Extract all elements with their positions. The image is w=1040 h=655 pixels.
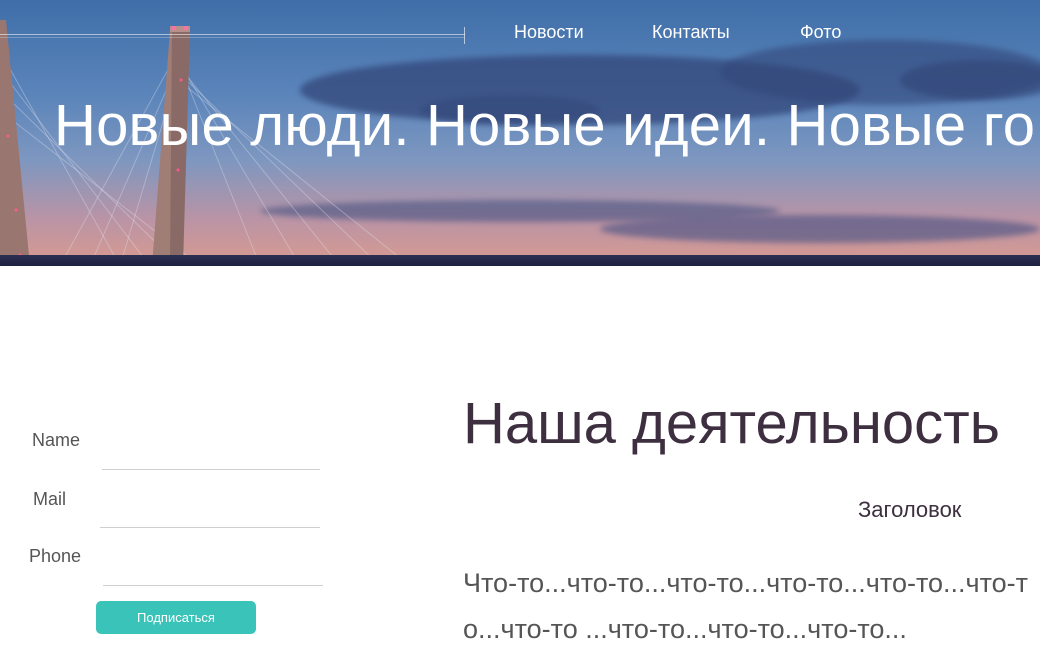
phone-underline — [103, 585, 323, 586]
nav-item-contacts[interactable]: Контакты — [652, 22, 730, 43]
hero-headline: Новые люди. Новые идеи. Новые го — [54, 93, 1036, 158]
name-label: Name — [32, 430, 81, 450]
mail-field[interactable] — [100, 488, 324, 514]
mail-underline — [100, 527, 320, 528]
nav-divider — [0, 37, 465, 38]
cloud — [600, 215, 1040, 243]
section-subheading: Заголовок — [858, 497, 962, 522]
name-underline — [102, 469, 320, 470]
subscribe-button[interactable]: Подписаться — [96, 601, 256, 634]
horizon — [0, 255, 1040, 266]
nav-item-photo[interactable]: Фото — [800, 22, 841, 43]
phone-field[interactable] — [103, 546, 327, 572]
section-body-text: Что-то...что-то...что-то...что-то...что-… — [463, 568, 1029, 644]
section-title: Наша деятельность — [463, 391, 1000, 456]
hero-banner: Новости Контакты Фото Новые люди. Новые … — [0, 0, 1040, 266]
nav-divider — [0, 34, 465, 35]
phone-label: Phone — [29, 546, 82, 566]
name-field[interactable] — [102, 430, 324, 456]
nav-item-news[interactable]: Новости — [514, 22, 584, 43]
nav-separator — [464, 27, 465, 44]
mail-label: Mail — [33, 489, 67, 509]
